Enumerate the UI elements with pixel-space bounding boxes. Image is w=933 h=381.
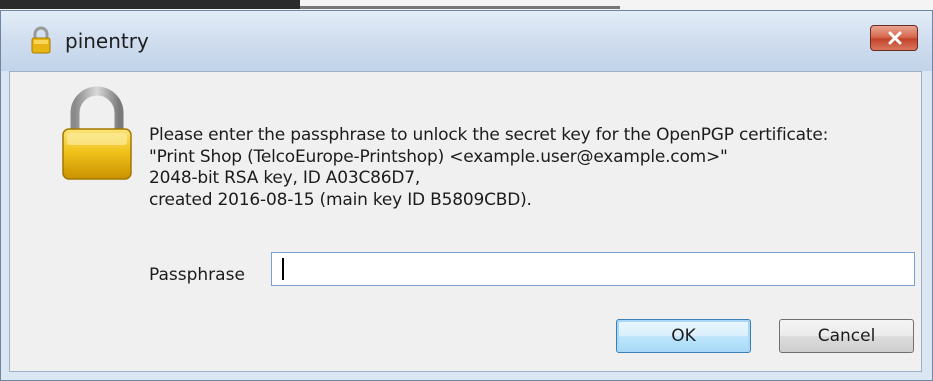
screen-top-strip [0, 0, 933, 10]
message-line: Please enter the passphrase to unlock th… [149, 125, 829, 145]
message-line: created 2016-08-15 (main key ID B5809CBD… [149, 189, 532, 210]
background-underline [300, 6, 620, 9]
title-bar[interactable]: pinentry [1, 11, 932, 71]
close-icon [888, 31, 902, 45]
close-button[interactable] [870, 25, 918, 51]
message-line: 2048-bit RSA key, ID A03C86D7, [149, 168, 421, 188]
passphrase-input[interactable] [271, 252, 915, 286]
padlock-icon [57, 85, 137, 181]
message-line: "Print Shop (TelcoEurope-Printshop) <exa… [149, 146, 728, 167]
passphrase-label: Passphrase [149, 265, 245, 285]
ok-button[interactable]: OK [616, 319, 751, 353]
dialog-body: Please enter the passphrase to unlock th… [9, 71, 922, 372]
text-caret [282, 258, 284, 280]
background-fragment [0, 0, 300, 9]
pinentry-dialog: pinentry Please enter the passphrase to … [0, 10, 933, 381]
window-title: pinentry [65, 29, 149, 53]
message-text: Please enter the passphrase to unlock th… [149, 125, 828, 211]
lock-icon [29, 25, 53, 55]
cancel-button[interactable]: Cancel [779, 319, 914, 353]
